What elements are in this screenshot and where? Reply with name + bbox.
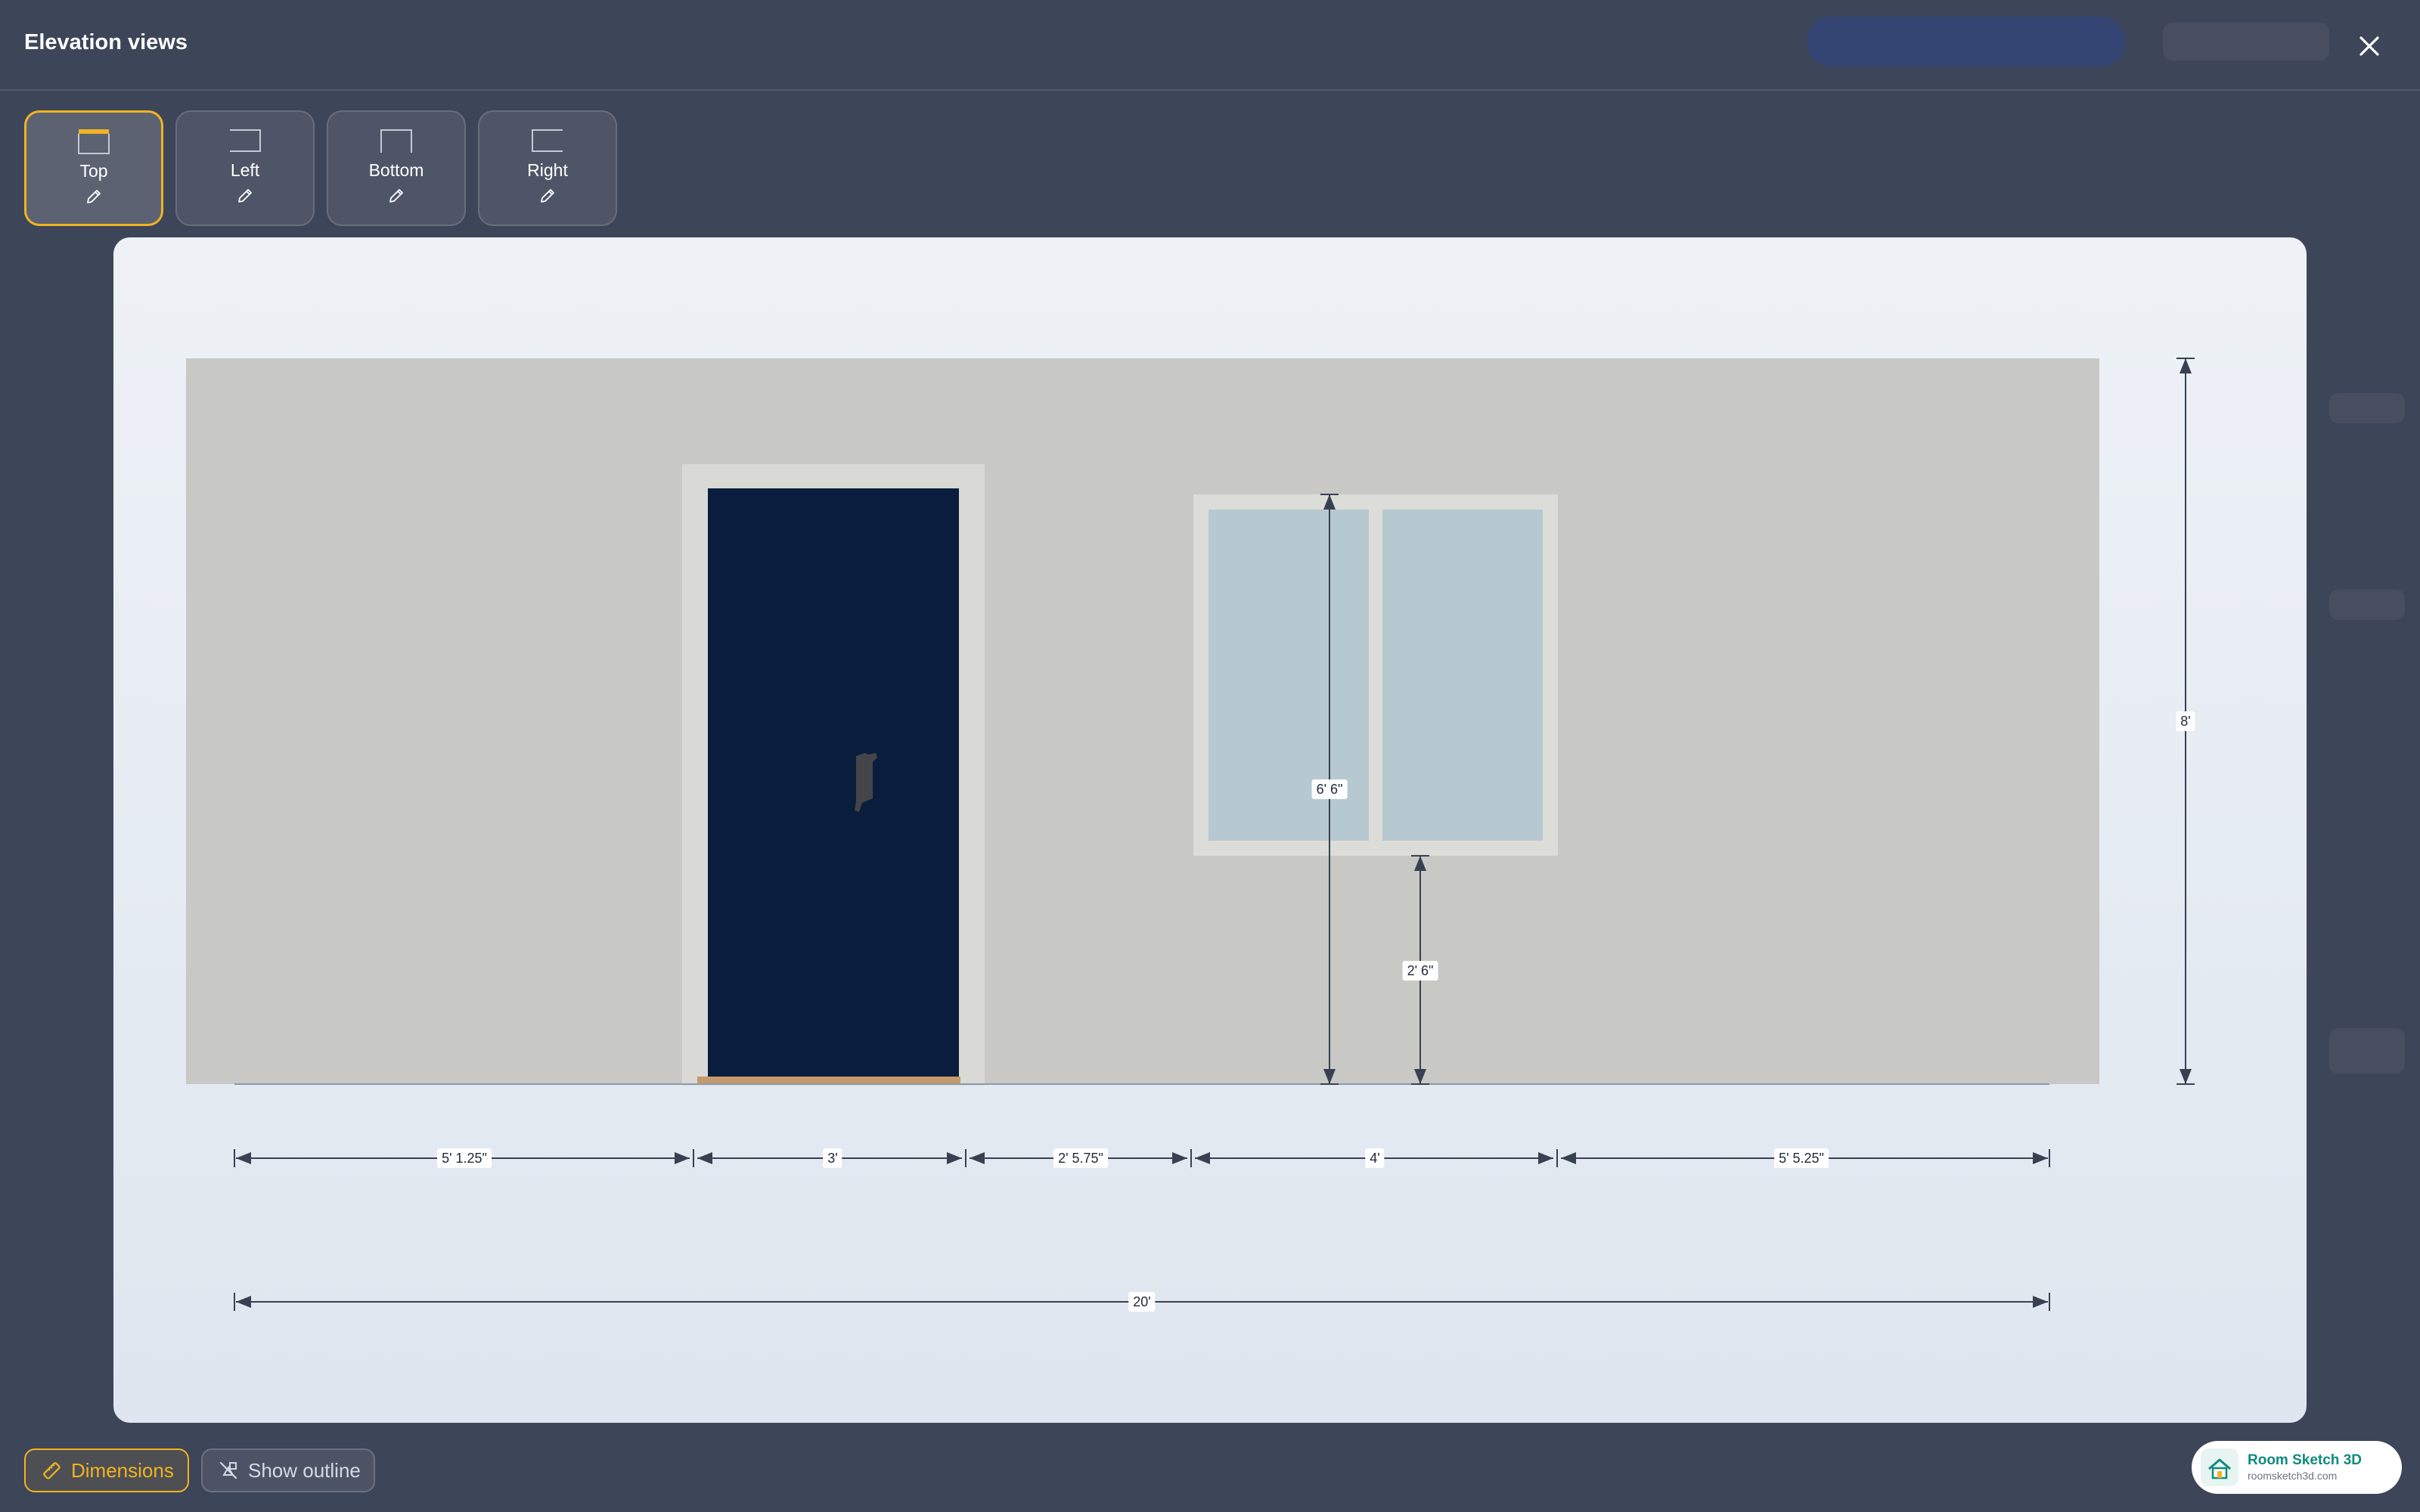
door[interactable] [708,488,959,1077]
segment-label: 5' 1.25" [437,1148,492,1168]
window-pane-right [1382,510,1543,841]
segment-label: 4' [1365,1148,1385,1168]
sill-height-label: 2' 6" [1402,961,1438,981]
tab-label: Bottom [368,160,424,180]
outline-icon [219,1461,237,1479]
segment-label: 2' 5.75" [1053,1148,1108,1168]
elevation-canvas: 6' 6" 2' 6" 8' 5' 1.25" 3' 2' 5.75" 4' 5… [113,237,2307,1423]
wall-left-icon [230,129,261,152]
tab-label: Left [230,160,260,180]
show-outline-toggle[interactable]: Show outline [201,1448,375,1492]
brand-url: roomsketch3d.com [2248,1470,2338,1482]
tab-label: Top [79,161,108,181]
view-tabs: Top Left Bottom Right [24,110,617,226]
dimensions-label: Dimensions [71,1458,174,1482]
background-app-shape [2329,590,2405,620]
room-sketch-logo-icon [2201,1448,2238,1486]
total-width-label: 20' [1128,1292,1156,1312]
tab-label: Right [527,160,568,180]
wall-top-icon [78,129,110,154]
background-app-shape [2329,393,2405,423]
wall [186,358,2099,1084]
background-app-shape [2329,1028,2405,1074]
modal-header: Elevation views [0,0,2420,91]
wall-bottom-icon [380,129,412,153]
pencil-icon [389,189,403,203]
segment-label: 3' [823,1148,842,1168]
dimensions-toggle[interactable]: Dimensions [24,1448,189,1492]
ruler-icon [43,1462,60,1479]
modal-title: Elevation views [24,30,188,54]
close-button[interactable] [2350,27,2388,65]
elevation-drawing [186,358,2195,1311]
brand-name: Room Sketch 3D [2248,1452,2362,1468]
show-outline-label: Show outline [248,1458,361,1482]
tab-right[interactable]: Right [478,110,617,226]
wall-right-icon [532,129,563,152]
window-height-label: 6' 6" [1311,779,1348,799]
door-threshold [697,1077,960,1084]
close-icon [2360,36,2379,56]
tab-left[interactable]: Left [175,110,315,226]
tab-top[interactable]: Top [24,110,163,226]
segment-label: 5' 5.25" [1774,1148,1829,1168]
tab-bottom[interactable]: Bottom [327,110,466,226]
pencil-icon [238,189,252,203]
wall-height-label: 8' [2176,711,2195,731]
brand-badge[interactable]: Room Sketch 3D roomsketch3d.com [2192,1441,2402,1494]
pencil-icon [87,190,101,203]
pencil-icon [541,189,554,203]
